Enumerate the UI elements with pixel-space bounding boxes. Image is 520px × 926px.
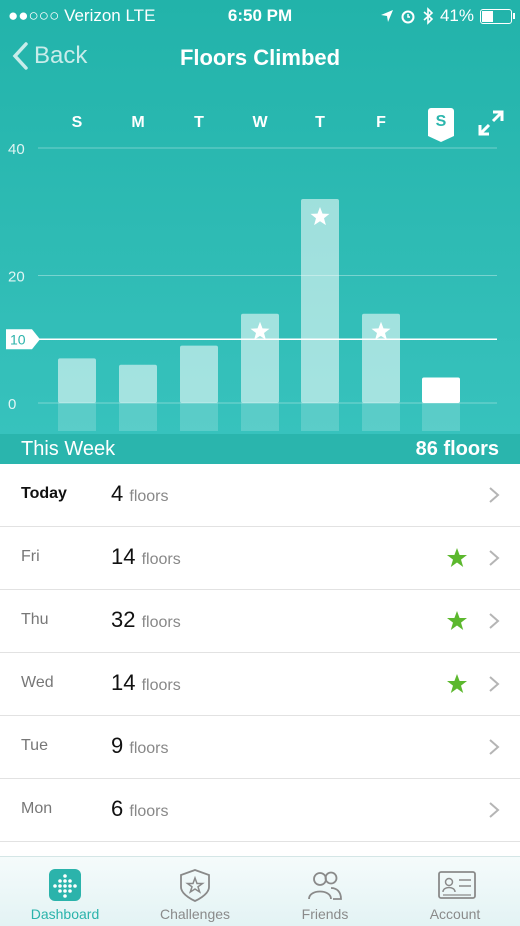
day-tab-4[interactable]: T [300,114,340,132]
tab-label: Account [429,906,481,922]
nav-bar: Back Floors Climbed [0,40,520,80]
bar-4 [301,199,339,403]
bar-1 [119,364,157,403]
bar-reflection [180,403,218,431]
row-floor-count: 6 [111,796,124,821]
list-item[interactable]: Today 4 floors [0,464,520,527]
chevron-right-icon [489,676,500,692]
list-item[interactable]: Wed 14 floors [0,653,520,716]
row-unit: floors [141,551,181,568]
row-floor-count: 9 [111,733,124,758]
row-day-label: Today [21,485,67,502]
week-summary-total: 86 floors [415,438,499,460]
list-item[interactable]: Tue 9 floors [0,716,520,779]
goal-label: 10 [10,331,26,347]
page-title: Floors Climbed [179,45,341,70]
expand-icon[interactable] [478,110,504,136]
chevron-right-icon [489,487,500,503]
bluetooth-icon [423,7,434,25]
account-icon [438,871,476,899]
row-day-label: Wed [21,674,54,691]
row-unit: floors [129,740,169,757]
bar-reflection [119,403,157,431]
bar-reflection [241,403,279,431]
alarm-icon [401,10,415,24]
row-unit: floors [129,803,169,820]
tab-challenges[interactable]: Challenges [130,857,260,926]
goal-star-icon [447,548,467,567]
bar-reflection [362,403,400,431]
row-floor-count: 32 [111,607,136,632]
goal-star-icon [447,611,467,630]
day-tab-0[interactable]: S [57,114,97,132]
row-day-label: Mon [21,800,53,817]
y-tick-label: 20 [8,269,25,286]
dashboard-icon [49,869,81,901]
list-item[interactable]: Fri 14 floors [0,527,520,590]
battery-percent: 41% [439,6,474,25]
week-summary-label: This Week [21,438,116,460]
bar-0 [58,358,96,403]
bar-reflection [58,403,96,431]
bar-2 [180,345,218,403]
day-tab-2[interactable]: T [179,114,219,132]
tab-dashboard[interactable]: Dashboard [0,857,130,926]
location-arrow-icon [380,10,393,22]
tab-label: Dashboard [30,906,100,922]
tab-bar: Dashboard Challenges Friends Account [0,856,520,926]
y-tick-label: 40 [8,141,25,158]
chevron-right-icon [489,613,500,629]
day-tab-1[interactable]: M [118,114,158,132]
day-tab-6[interactable]: S [428,108,454,142]
chevron-right-icon [489,550,500,566]
row-floor-count: 14 [111,544,136,569]
row-unit: floors [141,677,181,694]
bar-6 [422,377,460,403]
challenges-icon [180,869,210,902]
row-unit: floors [129,488,169,505]
row-day-label: Tue [21,737,48,754]
week-summary-bar: This Week 86 floors [0,434,520,464]
tab-label: Friends [301,906,349,922]
bar-reflection [422,403,460,431]
row-unit: floors [141,614,181,631]
chart-header-area: ●●○○○ Verizon LTE 6:50 PM 41% Back Floor… [0,0,520,434]
y-tick-label: 0 [8,396,16,413]
status-bar: ●●○○○ Verizon LTE 6:50 PM 41% [0,0,520,30]
floors-bar-chart: 40 20 0 10 [6,141,497,431]
tab-account[interactable]: Account [390,857,520,926]
goal-star-icon [447,674,467,693]
row-floor-count: 4 [111,481,124,506]
tab-friends[interactable]: Friends [260,857,390,926]
chevron-right-icon [489,802,500,818]
chevron-right-icon [489,739,500,755]
row-floor-count: 14 [111,670,136,695]
bar-reflection [301,403,339,431]
list-item[interactable]: Thu 32 floors [0,590,520,653]
row-day-label: Fri [21,548,40,565]
tab-label: Challenges [159,906,231,922]
daily-list: Today 4 floors Fri 14 floors Thu 32 floors Wed… [0,464,520,842]
list-item[interactable]: Mon 6 floors [0,779,520,842]
row-day-label: Thu [21,611,49,628]
day-selector: SMTWTFS [0,108,520,142]
battery-level-fill [482,10,493,22]
day-tab-5[interactable]: F [361,114,401,132]
day-tab-3[interactable]: W [240,114,280,132]
battery-icon [480,8,515,24]
friends-icon [308,871,342,900]
